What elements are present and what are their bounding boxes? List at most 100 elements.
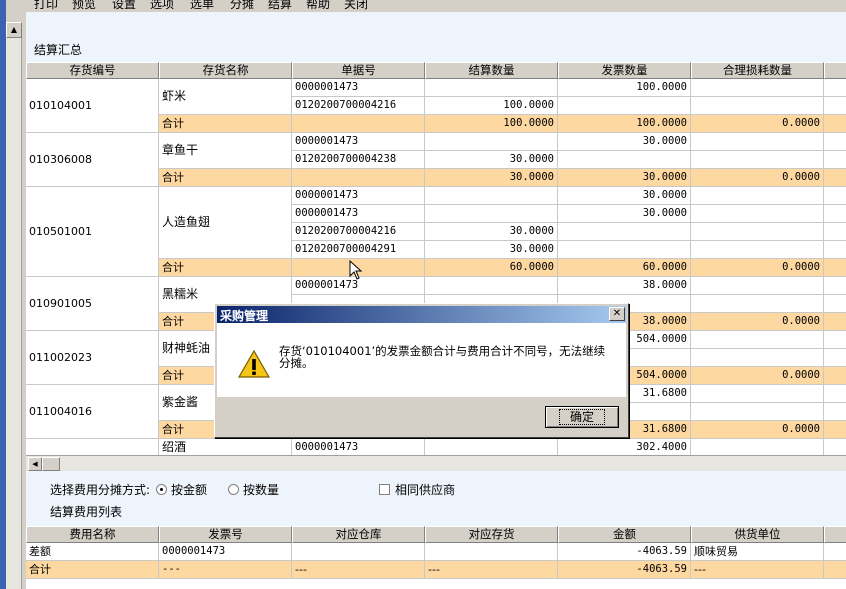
table-cell[interactable] xyxy=(691,151,824,169)
subtotal-cell[interactable]: 60.0000 xyxy=(558,259,691,277)
table-cell[interactable] xyxy=(425,277,558,295)
fee-cell[interactable] xyxy=(425,543,558,561)
table-cell[interactable] xyxy=(691,133,824,151)
table-cell[interactable]: 0000001473 xyxy=(292,187,425,205)
summary-header-4[interactable]: 发票数量 xyxy=(558,62,691,79)
fee-cell[interactable] xyxy=(292,543,425,561)
fee-cell[interactable]: 顺味贸易 xyxy=(691,543,824,561)
subtotal-cell[interactable]: 合计 xyxy=(159,259,292,277)
table-cell[interactable] xyxy=(691,331,824,349)
table-cell[interactable] xyxy=(425,205,558,223)
table-cell[interactable] xyxy=(691,439,824,455)
table-cell[interactable] xyxy=(425,187,558,205)
table-cell[interactable]: 0120200700004291 xyxy=(292,241,425,259)
menu-item-2[interactable]: 设置 xyxy=(112,0,136,12)
by-amount-radio[interactable] xyxy=(156,484,167,495)
horizontal-scrollbar[interactable]: ◀ xyxy=(26,455,846,471)
by-amount-label[interactable]: 按金额 xyxy=(171,481,207,498)
table-cell[interactable]: 30.0000 xyxy=(425,241,558,259)
table-cell[interactable] xyxy=(558,151,691,169)
subtotal-cell[interactable]: 0.0000 xyxy=(691,421,824,439)
subtotal-cell[interactable]: 0.0000 xyxy=(691,169,824,187)
item-code-cell[interactable]: 010306008 xyxy=(26,133,159,187)
fee-total-cell[interactable]: -4063.59 xyxy=(558,561,691,579)
summary-header-3[interactable]: 结算数量 xyxy=(425,62,558,79)
subtotal-cell[interactable]: 100.0000 xyxy=(425,115,558,133)
fee-header-4[interactable]: 金额 xyxy=(558,526,691,543)
table-cell[interactable] xyxy=(558,241,691,259)
subtotal-cell[interactable] xyxy=(292,115,425,133)
item-code-cell[interactable]: 010104001 xyxy=(26,79,159,133)
menu-item-8[interactable]: 关闭 xyxy=(344,0,368,12)
item-code-cell[interactable]: 011004016 xyxy=(26,385,159,439)
table-cell[interactable]: 30.0000 xyxy=(558,187,691,205)
scroll-up-icon[interactable]: ▲ xyxy=(6,22,22,38)
table-cell[interactable] xyxy=(691,295,824,313)
close-icon[interactable]: ✕ xyxy=(609,307,625,321)
fee-header-3[interactable]: 对应存货 xyxy=(425,526,558,543)
table-cell[interactable]: 0000001473 xyxy=(292,133,425,151)
subtotal-cell[interactable]: 100.0000 xyxy=(558,115,691,133)
fee-cell[interactable]: -4063.59 xyxy=(558,543,691,561)
fee-cell[interactable]: 差额 xyxy=(26,543,159,561)
subtotal-cell[interactable]: 0.0000 xyxy=(691,115,824,133)
item-name-cell[interactable]: 绍酒 xyxy=(159,439,292,455)
summary-header-1[interactable]: 存货名称 xyxy=(159,62,292,79)
menu-item-4[interactable]: 选单 xyxy=(190,0,214,12)
item-code-cell[interactable] xyxy=(26,439,159,455)
subtotal-cell[interactable]: 30.0000 xyxy=(425,169,558,187)
scroll-thumb[interactable] xyxy=(42,457,60,471)
fee-total-cell[interactable]: 合计 xyxy=(26,561,159,579)
subtotal-cell[interactable]: 合计 xyxy=(159,115,292,133)
vertical-scrollbar[interactable]: ▲ xyxy=(6,22,22,589)
subtotal-cell[interactable]: 合计 xyxy=(159,169,292,187)
menu-item-3[interactable]: 选项 xyxy=(150,0,174,12)
table-cell[interactable]: 100.0000 xyxy=(425,97,558,115)
summary-header-5[interactable]: 合理损耗数量 xyxy=(691,62,824,79)
table-cell[interactable] xyxy=(691,385,824,403)
table-cell[interactable] xyxy=(691,349,824,367)
menu-item-1[interactable]: 预览 xyxy=(72,0,96,12)
fee-header-0[interactable]: 费用名称 xyxy=(26,526,159,543)
table-cell[interactable]: 0120200700004238 xyxy=(292,151,425,169)
table-cell[interactable]: 30.0000 xyxy=(425,223,558,241)
table-cell[interactable] xyxy=(691,277,824,295)
menu-item-0[interactable]: 打印 xyxy=(34,0,58,12)
table-cell[interactable] xyxy=(558,223,691,241)
subtotal-cell[interactable]: 60.0000 xyxy=(425,259,558,277)
item-name-cell[interactable]: 人造鱼翅 xyxy=(159,187,292,259)
table-cell[interactable]: 0000001473 xyxy=(292,439,425,455)
table-cell[interactable] xyxy=(691,223,824,241)
fee-header-2[interactable]: 对应仓库 xyxy=(292,526,425,543)
item-code-cell[interactable]: 010501001 xyxy=(26,187,159,277)
item-name-cell[interactable]: 虾米 xyxy=(159,79,292,115)
table-cell[interactable] xyxy=(691,403,824,421)
table-cell[interactable]: 0000001473 xyxy=(292,205,425,223)
table-cell[interactable]: 100.0000 xyxy=(558,79,691,97)
table-cell[interactable] xyxy=(425,133,558,151)
table-cell[interactable]: 30.0000 xyxy=(558,133,691,151)
item-code-cell[interactable]: 010901005 xyxy=(26,277,159,331)
table-cell[interactable]: 302.4000 xyxy=(558,439,691,455)
table-cell[interactable] xyxy=(691,241,824,259)
ok-button[interactable]: 确定 xyxy=(545,406,619,428)
fee-total-cell[interactable]: --- xyxy=(691,561,824,579)
menu-item-6[interactable]: 结算 xyxy=(268,0,292,12)
table-cell[interactable] xyxy=(558,97,691,115)
table-cell[interactable]: 30.0000 xyxy=(558,205,691,223)
summary-header-2[interactable]: 单据号 xyxy=(292,62,425,79)
subtotal-cell[interactable]: 0.0000 xyxy=(691,367,824,385)
table-cell[interactable] xyxy=(425,79,558,97)
table-cell[interactable] xyxy=(691,205,824,223)
menu-item-5[interactable]: 分摊 xyxy=(230,0,254,12)
same-supplier-label[interactable]: 相同供应商 xyxy=(395,481,455,498)
scroll-left-icon[interactable]: ◀ xyxy=(28,457,42,471)
same-supplier-checkbox[interactable] xyxy=(379,484,390,495)
subtotal-cell[interactable] xyxy=(292,169,425,187)
table-cell[interactable] xyxy=(425,439,558,455)
item-name-cell[interactable]: 章鱼干 xyxy=(159,133,292,169)
summary-header-0[interactable]: 存货编号 xyxy=(26,62,159,79)
subtotal-cell[interactable]: 0.0000 xyxy=(691,313,824,331)
menu-item-7[interactable]: 帮助 xyxy=(306,0,330,12)
by-quantity-radio[interactable] xyxy=(228,484,239,495)
